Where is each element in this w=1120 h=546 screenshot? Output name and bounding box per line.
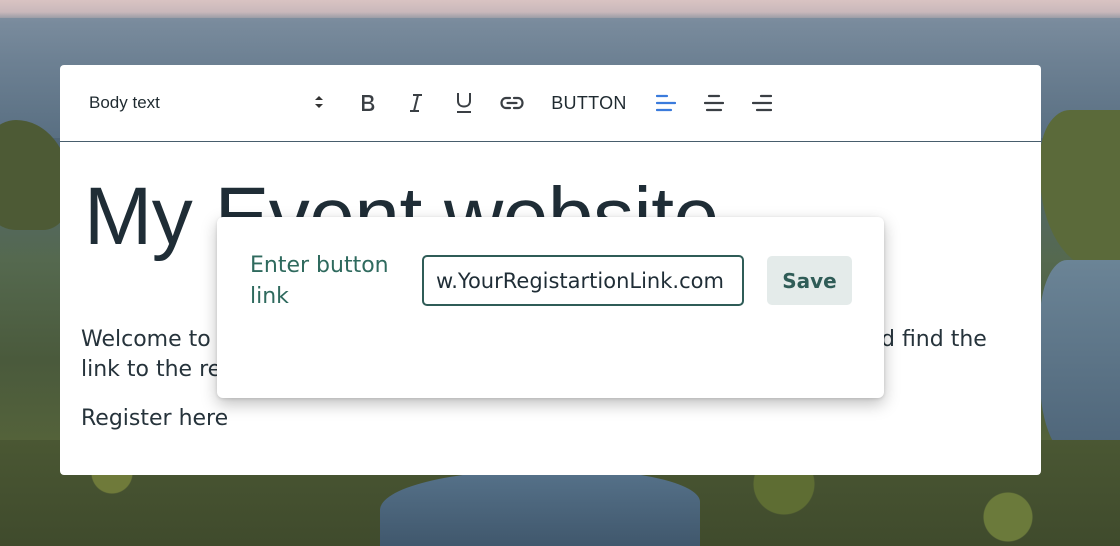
link-button[interactable] [498, 85, 526, 121]
button-label: BUTTON [551, 92, 627, 113]
underline-icon [457, 93, 471, 113]
select-arrows-icon [314, 93, 324, 111]
align-center-icon [704, 94, 724, 112]
button-link-input[interactable] [422, 255, 744, 306]
align-center-button[interactable] [700, 85, 728, 121]
button-link-popover: Enter button link Save [217, 217, 884, 398]
italic-button[interactable] [402, 85, 430, 121]
editor-toolbar: Body text BUTTON [60, 65, 1041, 141]
button-link-label: Enter button link [250, 253, 389, 309]
align-left-icon [656, 94, 676, 112]
align-right-button[interactable] [748, 85, 776, 121]
underline-button[interactable] [450, 85, 478, 121]
text-style-select[interactable]: Body text [89, 65, 324, 141]
align-left-button[interactable] [652, 85, 680, 121]
save-button[interactable]: Save [767, 256, 852, 305]
text-style-value: Body text [89, 93, 160, 112]
italic-icon [410, 94, 422, 112]
link-icon [500, 96, 524, 110]
bold-icon [362, 95, 375, 111]
register-link-text[interactable]: Register here [81, 406, 228, 431]
bold-button[interactable] [354, 85, 382, 121]
align-right-icon [752, 94, 772, 112]
insert-button-button[interactable]: BUTTON [548, 85, 630, 121]
